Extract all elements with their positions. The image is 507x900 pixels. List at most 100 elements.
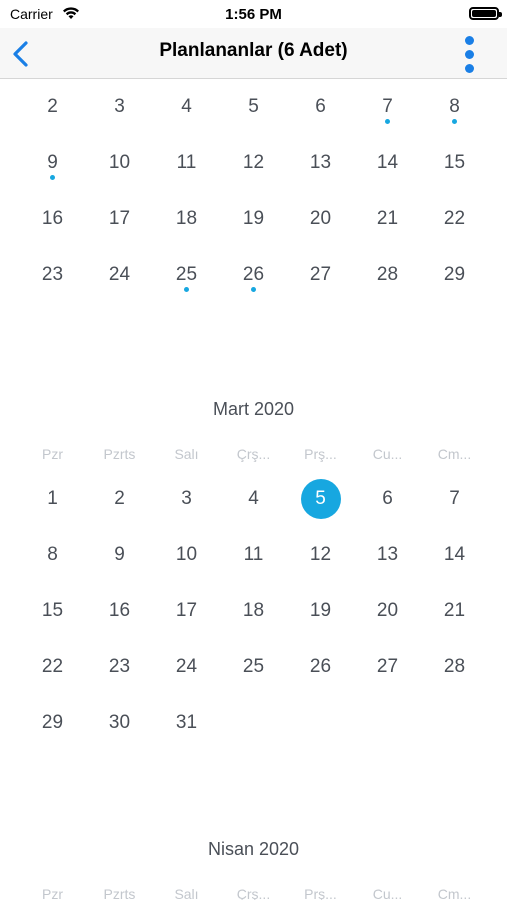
day-cell[interactable]: 20	[287, 201, 354, 257]
day-cell[interactable]: 17	[86, 201, 153, 257]
day-cell[interactable]: 9	[86, 537, 153, 593]
day-cell[interactable]: 27	[354, 649, 421, 705]
day-number: 23	[41, 264, 64, 285]
day-number: 24	[175, 656, 198, 677]
day-number: 31	[175, 712, 198, 733]
day-cell[interactable]: 18	[153, 201, 220, 257]
day-number: 6	[315, 96, 326, 117]
day-number: 13	[309, 152, 332, 173]
day-number: 19	[242, 208, 265, 229]
weekday-label: Prş...	[304, 446, 337, 462]
day-cell[interactable]: 15	[421, 145, 488, 201]
day-cell-selected[interactable]: 5	[287, 479, 354, 537]
day-cell[interactable]: 13	[354, 537, 421, 593]
day-number: 14	[376, 152, 399, 173]
weekday-label: Pzr	[42, 446, 63, 462]
month-title: Nisan 2020	[207, 839, 300, 859]
day-number: 15	[41, 600, 64, 621]
weekday-label: Cu...	[372, 446, 403, 462]
day-number: 29	[41, 712, 64, 733]
day-cell[interactable]: 27	[287, 257, 354, 313]
day-cell[interactable]: 20	[354, 593, 421, 649]
day-cell[interactable]: 11	[153, 145, 220, 201]
day-cell[interactable]: 28	[354, 257, 421, 313]
day-cell[interactable]: 10	[86, 145, 153, 201]
day-number: 20	[309, 208, 332, 229]
weekday-label: Salı	[174, 446, 199, 462]
day-number: 10	[175, 544, 198, 565]
weekday-label: Çrş...	[236, 446, 271, 462]
day-cell[interactable]: 17	[153, 593, 220, 649]
more-options-button[interactable]	[457, 34, 483, 74]
day-number: 12	[242, 152, 265, 173]
day-cell[interactable]: 4	[220, 481, 287, 537]
day-cell[interactable]: 16	[19, 201, 86, 257]
day-cell[interactable]: 15	[19, 593, 86, 649]
day-cell[interactable]: 14	[354, 145, 421, 201]
battery-icon	[469, 7, 502, 20]
day-number: 17	[108, 208, 131, 229]
day-cell[interactable]: 7	[421, 481, 488, 537]
day-number: 27	[376, 656, 399, 677]
day-cell[interactable]: 28	[421, 649, 488, 705]
day-cell[interactable]: 12	[287, 537, 354, 593]
event-dot-indicator	[251, 287, 256, 292]
day-cell[interactable]: 7	[354, 89, 421, 145]
calendar-scroll-view[interactable]: 2 3 4 5 6 7 8 9 10 11 12 13 14 15 16 17 18 19 20 21 22 23 24 25…	[0, 79, 507, 900]
day-cell[interactable]: 5	[220, 89, 287, 145]
day-cell[interactable]: 18	[220, 593, 287, 649]
day-cell[interactable]: 1	[19, 481, 86, 537]
day-cell[interactable]: 19	[287, 593, 354, 649]
day-cell[interactable]: 8	[421, 89, 488, 145]
day-cell[interactable]: 23	[86, 649, 153, 705]
day-cell[interactable]: 23	[19, 257, 86, 313]
day-cell[interactable]: 2	[86, 481, 153, 537]
day-number: 5	[248, 96, 259, 117]
day-cell[interactable]: 10	[153, 537, 220, 593]
day-cell[interactable]: 9	[19, 145, 86, 201]
day-number: 14	[443, 544, 466, 565]
day-cell[interactable]: 29	[421, 257, 488, 313]
day-cell[interactable]: 11	[220, 537, 287, 593]
day-cell[interactable]: 3	[86, 89, 153, 145]
day-cell[interactable]: 6	[287, 89, 354, 145]
page-title: Planlananlar (6 Adet)	[159, 40, 348, 61]
day-cell[interactable]: 26	[287, 649, 354, 705]
day-number: 28	[376, 264, 399, 285]
day-cell[interactable]: 24	[153, 649, 220, 705]
day-number: 22	[41, 656, 64, 677]
day-cell[interactable]: 3	[153, 481, 220, 537]
day-cell[interactable]: 4	[153, 89, 220, 145]
day-cell[interactable]: 22	[19, 649, 86, 705]
day-number: 9	[114, 544, 125, 565]
day-cell[interactable]: 31	[153, 705, 220, 761]
day-cell[interactable]: 14	[421, 537, 488, 593]
day-cell[interactable]: 30	[86, 705, 153, 761]
day-cell[interactable]: 25	[153, 257, 220, 313]
day-number: 25	[242, 656, 265, 677]
day-number: 4	[248, 488, 259, 509]
more-vertical-icon	[465, 36, 474, 45]
day-cell[interactable]: 25	[220, 649, 287, 705]
day-cell[interactable]: 26	[220, 257, 287, 313]
day-cell[interactable]: 12	[220, 145, 287, 201]
day-cell[interactable]: 24	[86, 257, 153, 313]
day-cell[interactable]: 8	[19, 537, 86, 593]
day-cell[interactable]: 16	[86, 593, 153, 649]
day-number: 4	[181, 96, 192, 117]
day-cell[interactable]: 21	[354, 201, 421, 257]
day-cell[interactable]: 22	[421, 201, 488, 257]
day-number: 23	[108, 656, 131, 677]
day-cell[interactable]: 6	[354, 481, 421, 537]
day-cell[interactable]: 19	[220, 201, 287, 257]
day-number: 21	[443, 600, 466, 621]
weekday-header: Pzr Pzrts Salı Çrş... Prş... Cu... Cm...	[19, 886, 488, 900]
day-cell[interactable]: 13	[287, 145, 354, 201]
day-cell[interactable]: 29	[19, 705, 86, 761]
day-number: 27	[309, 264, 332, 285]
day-number: 16	[41, 208, 64, 229]
event-dot-indicator	[385, 119, 390, 124]
day-cell[interactable]: 21	[421, 593, 488, 649]
day-number: 11	[176, 152, 197, 173]
day-cell[interactable]: 2	[19, 89, 86, 145]
